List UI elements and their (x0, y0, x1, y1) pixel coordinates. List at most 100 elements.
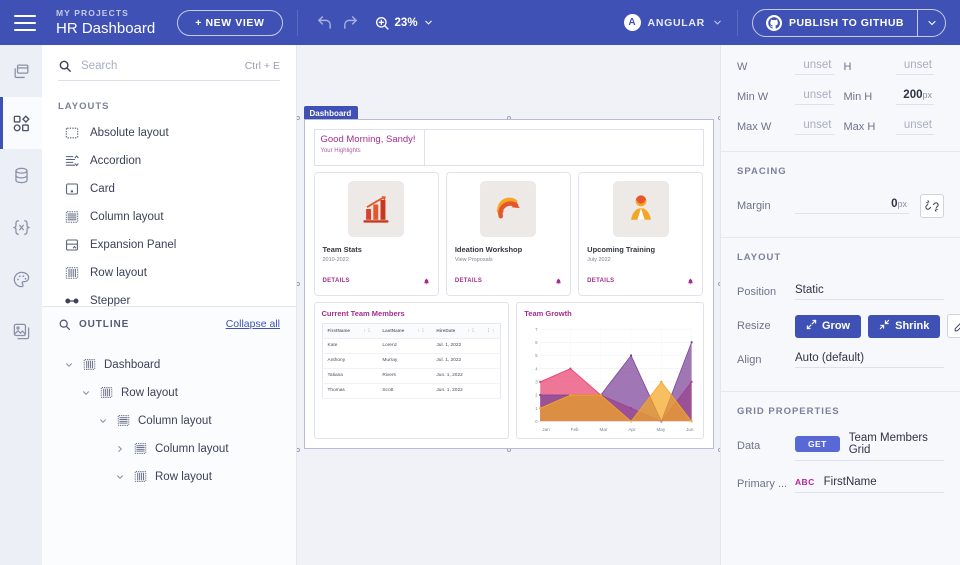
margin-input[interactable]: 0px (795, 198, 909, 214)
resize-handle-br[interactable] (717, 448, 720, 452)
team-growth-chart[interactable]: 0 1 2 3 4 5 6 7 (524, 323, 695, 426)
search-input[interactable] (81, 60, 236, 72)
align-value[interactable]: Auto (default) (795, 352, 944, 368)
resize-handle-tr[interactable] (717, 116, 720, 120)
tree-node-dashboard[interactable]: Dashboard (42, 351, 296, 379)
cell-firstname: Kate (322, 338, 378, 354)
layout-title: LAYOUT (737, 252, 782, 263)
svg-text:4: 4 (535, 366, 538, 371)
layout-item-row-layout[interactable]: Row layout (42, 259, 296, 287)
card-upcoming-training[interactable]: Upcoming Training July 2022 DETAILS (578, 172, 704, 296)
max-h-input[interactable]: unset (895, 119, 934, 135)
card-team-stats[interactable]: Team Stats 2010-2022 DETAILS (313, 172, 439, 296)
grid-col-lastname[interactable]: LastName ↑⋮ (377, 323, 432, 339)
rail-item-theme[interactable] (0, 253, 42, 305)
chevron-down-icon[interactable] (79, 388, 92, 398)
w-input[interactable]: unset (795, 59, 834, 75)
chevron-down-icon[interactable] (62, 360, 75, 370)
tree-node-column-layout-1[interactable]: Column layout (42, 407, 296, 435)
undo-icon[interactable] (312, 10, 338, 36)
layout-item-absolute-layout[interactable]: Absolute layout (42, 119, 296, 147)
grid-title: Current Team Members (321, 308, 405, 318)
min-w-input[interactable]: unset (795, 89, 834, 105)
publish-dropdown-button[interactable] (917, 9, 945, 36)
grid-col-hiredate[interactable]: HireDate ↑⋮ (431, 323, 482, 339)
cell-hiredate: Jul. 1, 2022 (431, 353, 482, 369)
publish-to-github-button[interactable]: PUBLISH TO GITHUB (753, 10, 917, 36)
table-row[interactable]: Kate Lorenz Jul. 1, 2022 (322, 338, 501, 354)
data-control[interactable]: GET Team Members Grid (795, 432, 944, 461)
align-control[interactable]: Auto (default) (795, 352, 944, 368)
collapse-all-link[interactable]: Collapse all (226, 318, 280, 330)
primary-key-field[interactable]: ABC FirstName (795, 476, 944, 493)
zoom-control[interactable]: 23% (374, 15, 434, 31)
layout-item-label: Expansion Panel (90, 239, 177, 251)
sort-icon[interactable]: ↑⋮ (468, 328, 477, 334)
edit-icon[interactable] (947, 314, 960, 338)
resize-handle-tl[interactable] (297, 116, 300, 120)
resize-handle-bl[interactable] (297, 448, 300, 452)
resize-handle-ml[interactable] (297, 282, 300, 286)
data-field[interactable]: GET Team Members Grid (795, 432, 944, 461)
sort-icon[interactable]: ↑⋮ (363, 328, 372, 334)
rail-item-components[interactable] (0, 97, 42, 149)
sort-icon[interactable]: ↑⋮ (418, 328, 427, 334)
rail-item-variables[interactable] (0, 201, 42, 253)
artboard[interactable]: Good Morning, Sandy! Your Highlights Tea… (303, 119, 714, 449)
position-control[interactable]: Static (795, 284, 944, 300)
design-canvas[interactable]: Dashboard Good Morning, Sandy! Your High… (297, 45, 720, 565)
data-icon (14, 167, 28, 183)
label-min-w: Min W (737, 91, 769, 103)
chevron-down-icon[interactable] (96, 416, 109, 426)
layout-item-stepper[interactable]: Stepper (42, 287, 296, 306)
abc-badge: ABC (795, 476, 815, 487)
bell-icon[interactable] (423, 272, 430, 290)
bell-icon[interactable] (687, 272, 694, 290)
card-details-button[interactable]: DETAILS (323, 278, 350, 284)
rail-item-assets[interactable] (0, 305, 42, 357)
rail-item-data[interactable] (0, 149, 42, 201)
team-growth-panel[interactable]: Team Growth 0 1 2 3 4 5 6 7 Jan Feb Mar Apr May Jun (516, 301, 704, 439)
new-view-button[interactable]: + NEW VIEW (177, 9, 283, 36)
shrink-button[interactable]: Shrink (868, 314, 941, 338)
framework-selector[interactable]: A ANGULAR (623, 14, 723, 31)
rail-item-views[interactable] (0, 45, 42, 97)
grid-col-firstname[interactable]: FirstName ↑⋮ (322, 323, 378, 339)
grow-button[interactable]: Grow (795, 314, 862, 338)
hamburger-icon[interactable] (14, 14, 36, 31)
max-w-input[interactable]: unset (795, 119, 834, 135)
h-input[interactable]: unset (895, 59, 934, 75)
layout-item-card[interactable]: Card (42, 175, 296, 203)
unlink-icon[interactable] (920, 194, 944, 218)
tree-node-row-layout-2[interactable]: Row layout (42, 463, 296, 491)
github-icon (765, 14, 782, 31)
team-members-panel[interactable]: Current Team Members FirstName ↑⋮ LastNam… (313, 301, 510, 439)
tree-node-column-layout-2[interactable]: Column layout (42, 435, 296, 463)
min-h-input[interactable]: 200px (895, 89, 934, 105)
table-row[interactable]: Tatiana Rivers Jun. 1, 2022 (322, 368, 501, 384)
primary-key-control[interactable]: ABC FirstName (795, 476, 944, 493)
layout-item-accordion[interactable]: Accordion (42, 147, 296, 175)
zoom-level: 23% (394, 16, 418, 29)
card-details-button[interactable]: DETAILS (455, 278, 482, 284)
table-row[interactable]: Thomas Scott Jun. 1, 2022 (322, 383, 501, 399)
search-box[interactable]: Ctrl + E (58, 59, 280, 81)
publish-group[interactable]: PUBLISH TO GITHUB (751, 8, 946, 37)
artboard-tag[interactable]: Dashboard (303, 106, 359, 120)
card-ideation-workshop[interactable]: Ideation Workshop View Proposals DETAILS (445, 172, 572, 296)
table-row[interactable]: Anthony Murray Jul. 1, 2022 (322, 353, 501, 369)
position-value[interactable]: Static (795, 284, 944, 300)
chevron-right-icon[interactable] (113, 444, 126, 454)
grid-col-extra[interactable]: ⋮↑ (481, 323, 501, 339)
layout-item-column-layout[interactable]: Column layout (42, 203, 296, 231)
cell-firstname: Anthony (322, 353, 378, 369)
chevron-down-icon[interactable] (113, 472, 126, 482)
layout-item-expansion-panel[interactable]: Expansion Panel (42, 231, 296, 259)
team-members-grid[interactable]: FirstName ↑⋮ LastName ↑⋮ HireDate ↑⋮ ⋮↑ (321, 322, 502, 399)
tree-node-row-layout-1[interactable]: Row layout (42, 379, 296, 407)
card-details-button[interactable]: DETAILS (587, 278, 614, 284)
bell-icon[interactable] (555, 272, 562, 290)
resize-handle-mr[interactable] (717, 282, 720, 286)
sort-icon[interactable]: ⋮↑ (486, 328, 495, 334)
redo-icon[interactable] (338, 10, 364, 36)
